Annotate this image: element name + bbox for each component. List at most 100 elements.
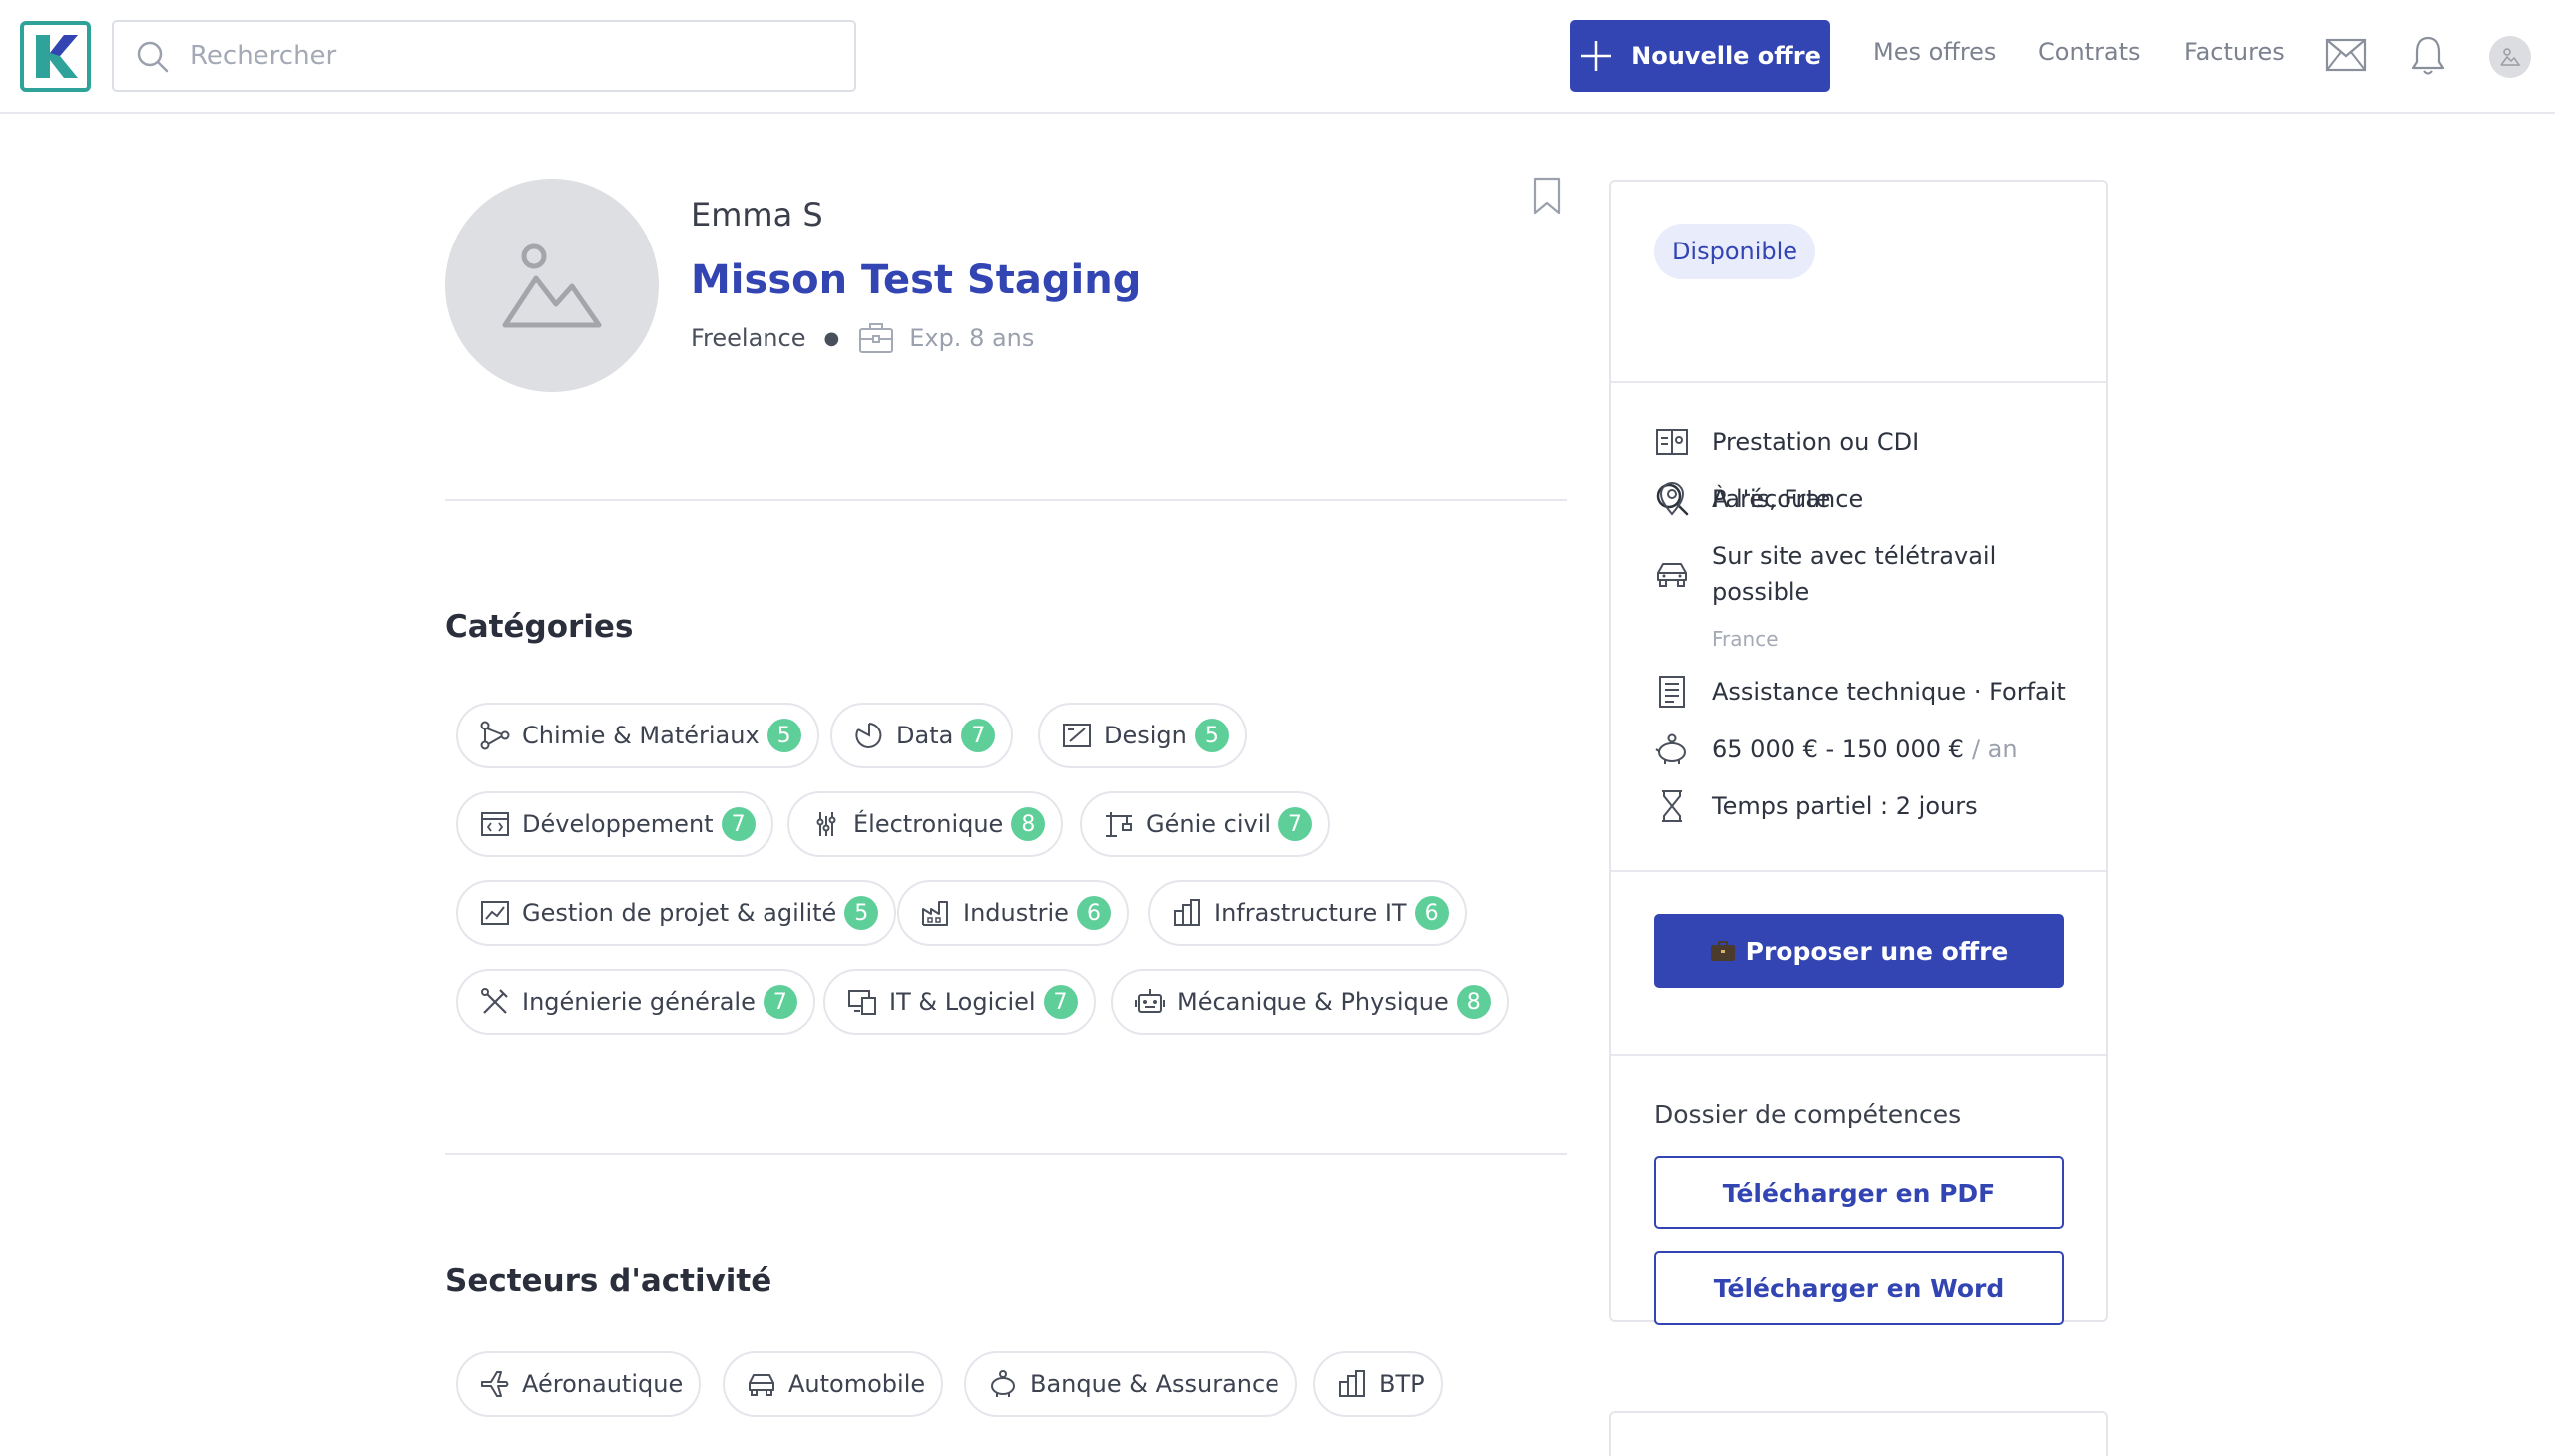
category-label: Design xyxy=(1104,722,1187,749)
contract-icon xyxy=(1656,429,1688,455)
sector-label: Aéronautique xyxy=(522,1370,684,1398)
image-placeholder-icon xyxy=(2500,48,2521,66)
category-chip[interactable]: Gestion de projet & agilité 5 xyxy=(456,880,897,946)
car-icon xyxy=(749,1374,774,1396)
search-bar[interactable] xyxy=(112,20,856,92)
category-count-badge: 5 xyxy=(1194,719,1229,752)
download-word-button[interactable]: Télécharger en Word xyxy=(1654,1251,2064,1325)
remote-text: Sur site avec télétravail possible xyxy=(1712,538,1996,610)
category-label: Développement xyxy=(522,810,714,838)
profile-title[interactable]: Misson Test Staging xyxy=(691,257,1141,303)
sector-chip[interactable]: BTP xyxy=(1313,1351,1443,1417)
briefcase-icon xyxy=(1710,941,1735,961)
category-count-badge: 5 xyxy=(766,719,801,752)
profile-summary-card: Disponible À l'écoute Prestation ou CDI … xyxy=(1609,180,2108,1325)
circuit-icon xyxy=(816,812,836,836)
location-row: Paris, France xyxy=(1654,481,1863,517)
sector-chip[interactable]: Automobile xyxy=(723,1351,944,1417)
location-pin-icon xyxy=(1659,482,1685,516)
section-divider xyxy=(445,1153,1567,1155)
mission-type-text: Assistance technique · Forfait xyxy=(1712,678,2066,706)
category-count-badge: 7 xyxy=(1043,985,1078,1019)
piggy-bank-icon xyxy=(991,1370,1015,1397)
user-avatar[interactable] xyxy=(2489,36,2531,78)
pie-chart-icon xyxy=(855,723,882,748)
card-divider xyxy=(1611,381,2106,383)
remote-note: France xyxy=(1712,627,1779,651)
category-count-badge: 7 xyxy=(1278,807,1313,841)
category-label: Data xyxy=(896,722,954,749)
profile-avatar xyxy=(445,179,659,392)
remote-line-2: possible xyxy=(1712,578,1810,606)
category-chip[interactable]: Ingénierie générale 7 xyxy=(456,969,815,1035)
separator-dot: ● xyxy=(823,327,840,349)
category-count-badge: 5 xyxy=(844,896,879,930)
category-count-badge: 6 xyxy=(1076,896,1111,930)
nav-my-offers[interactable]: Mes offres xyxy=(1873,38,1996,66)
mail-icon[interactable] xyxy=(2325,38,2367,72)
buildings-icon xyxy=(1339,1370,1365,1397)
factory-icon xyxy=(922,901,948,926)
contract-text: Prestation ou CDI xyxy=(1712,428,1920,456)
molecule-icon xyxy=(480,721,510,750)
category-label: IT & Logiciel xyxy=(889,988,1036,1016)
bell-icon[interactable] xyxy=(2409,34,2447,76)
category-chip[interactable]: Infrastructure IT 6 xyxy=(1148,880,1467,946)
sector-label: Automobile xyxy=(788,1370,926,1398)
category-chip[interactable]: Électronique 8 xyxy=(787,791,1064,857)
nav-contracts[interactable]: Contrats xyxy=(2038,38,2141,66)
search-icon xyxy=(137,41,169,73)
category-chip[interactable]: Génie civil 7 xyxy=(1080,791,1331,857)
new-offer-button[interactable]: Nouvelle offre xyxy=(1570,20,1830,92)
sector-chip[interactable]: Banque & Assurance xyxy=(964,1351,1297,1417)
bookmark-icon[interactable] xyxy=(1532,177,1562,215)
image-placeholder-icon xyxy=(502,243,602,328)
category-chip[interactable]: Développement 7 xyxy=(456,791,773,857)
download-pdf-button[interactable]: Télécharger en PDF xyxy=(1654,1156,2064,1229)
plus-icon xyxy=(1581,41,1612,71)
category-label: Gestion de projet & agilité xyxy=(522,899,837,927)
chart-board-icon xyxy=(481,901,509,925)
category-chip[interactable]: Industrie 6 xyxy=(897,880,1129,946)
status-badge: Disponible xyxy=(1654,224,1815,279)
propose-offer-button[interactable]: Proposer une offre xyxy=(1654,914,2064,988)
new-offer-label: Nouvelle offre xyxy=(1631,42,1821,70)
profile-meta: Freelance ● Exp. 8 ans xyxy=(691,321,1034,355)
dossier-label: Dossier de compétences xyxy=(1654,1100,1962,1129)
plane-icon xyxy=(481,1371,509,1397)
design-icon xyxy=(1063,724,1091,747)
sector-label: Banque & Assurance xyxy=(1030,1370,1279,1398)
category-label: Mécanique & Physique xyxy=(1177,988,1449,1016)
profile-type: Freelance xyxy=(691,324,806,352)
category-chip[interactable]: Mécanique & Physique 8 xyxy=(1111,969,1509,1035)
salary-row: 65 000 € - 150 000 € / an xyxy=(1654,731,2018,767)
categories-title: Catégories xyxy=(445,609,634,645)
category-chip[interactable]: Data 7 xyxy=(830,703,1014,768)
secondary-card xyxy=(1609,1411,2108,1456)
code-window-icon xyxy=(481,812,509,836)
location-text: Paris, France xyxy=(1712,485,1864,513)
card-divider xyxy=(1611,870,2106,872)
search-input[interactable] xyxy=(190,36,828,76)
crane-icon xyxy=(1106,812,1132,837)
category-chip[interactable]: Design 5 xyxy=(1038,703,1247,768)
nav-invoices[interactable]: Factures xyxy=(2184,38,2285,66)
card-divider xyxy=(1611,1054,2106,1056)
category-label: Ingénierie générale xyxy=(522,988,756,1016)
section-divider xyxy=(445,499,1567,501)
category-chip[interactable]: Chimie & Matériaux 5 xyxy=(456,703,819,768)
document-icon xyxy=(1659,676,1685,708)
schedule-text: Temps partiel : 2 jours xyxy=(1712,792,1978,820)
sector-chip[interactable]: Aéronautique xyxy=(456,1351,702,1417)
propose-offer-label: Proposer une offre xyxy=(1745,936,2009,966)
app-logo[interactable] xyxy=(20,21,91,92)
piggy-bank-icon xyxy=(1655,733,1686,764)
category-chip[interactable]: IT & Logiciel 7 xyxy=(823,969,1096,1035)
category-label: Chimie & Matériaux xyxy=(522,722,760,749)
category-label: Industrie xyxy=(963,899,1069,927)
category-label: Génie civil xyxy=(1146,810,1272,838)
category-label: Infrastructure IT xyxy=(1214,899,1407,927)
profile-name: Emma S xyxy=(691,196,823,234)
sector-label: BTP xyxy=(1379,1370,1425,1398)
tools-icon xyxy=(481,988,508,1014)
